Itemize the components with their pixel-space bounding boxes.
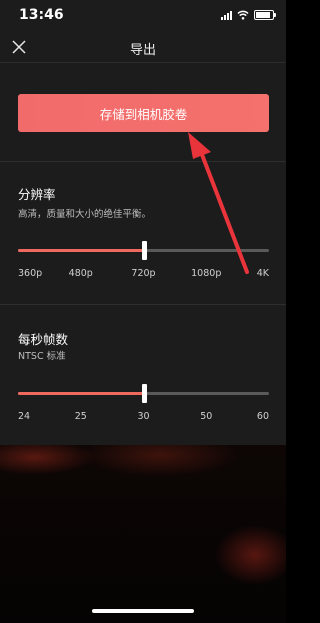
fps-tick-label[interactable]: 30 <box>137 411 149 422</box>
export-panel: 存储到相机胶卷 分辨率 高清，质量和大小的绝佳平衡。 360p 480p 720p 1… <box>0 62 286 446</box>
fps-tick-label[interactable]: 25 <box>75 411 87 422</box>
fps-title: 每秒帧数 <box>18 332 69 347</box>
page-title: 导出 <box>129 43 156 58</box>
resolution-tick-label[interactable]: 720p <box>131 268 155 279</box>
resolution-slider-fill <box>18 249 144 252</box>
resolution-tick-label[interactable]: 360p <box>18 268 42 279</box>
resolution-subtitle: 高清，质量和大小的绝佳平衡。 <box>18 209 152 220</box>
resolution-tick-label[interactable]: 1080p <box>191 268 221 279</box>
resolution-title: 分辨率 <box>18 187 56 202</box>
fps-tick-label[interactable]: 60 <box>257 411 269 422</box>
status-time: 13:46 <box>19 7 64 23</box>
fps-slider-fill <box>18 392 144 395</box>
fps-slider-thumb[interactable] <box>141 384 147 403</box>
header: 导出 <box>0 34 286 62</box>
divider <box>0 161 286 162</box>
status-icons <box>221 10 276 20</box>
fps-slider[interactable] <box>18 384 269 403</box>
resolution-tick-label[interactable]: 4K <box>257 268 269 279</box>
video-preview-backdrop <box>0 445 286 623</box>
resolution-slider[interactable] <box>18 241 269 260</box>
fps-tick-label[interactable]: 24 <box>18 411 30 422</box>
signal-icon <box>221 10 232 20</box>
status-bar: 13:46 <box>0 0 286 34</box>
fps-subtitle: NTSC 标准 <box>18 351 66 362</box>
battery-icon <box>254 10 276 20</box>
resolution-tick-label[interactable]: 480p <box>69 268 93 279</box>
wifi-icon <box>237 10 249 20</box>
fps-tick-label[interactable]: 50 <box>200 411 212 422</box>
resolution-slider-thumb[interactable] <box>141 241 147 260</box>
divider <box>0 304 286 305</box>
home-indicator <box>92 609 194 613</box>
save-to-camera-roll-button[interactable]: 存储到相机胶卷 <box>18 94 269 132</box>
